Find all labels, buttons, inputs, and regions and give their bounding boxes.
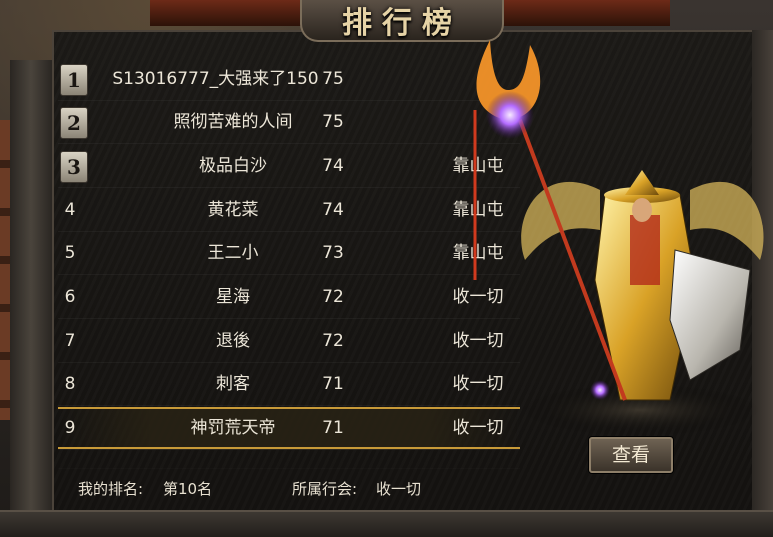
player-level: 71 (322, 374, 344, 394)
guild-label: 所属行会: (292, 480, 358, 498)
player-name: 退後 (216, 331, 250, 351)
player-name: 照彻苦难的人间 (173, 112, 293, 132)
player-level: 75 (322, 69, 344, 89)
rank-number: 5 (64, 243, 76, 263)
player-name: S13016777_大强来了150 (112, 69, 319, 89)
player-level: 72 (322, 331, 344, 351)
player-name: 星海 (216, 287, 250, 307)
player-level: 72 (322, 287, 344, 307)
rank-number: 4 (64, 200, 76, 220)
player-level: 71 (322, 418, 344, 438)
player-level: 73 (322, 243, 344, 263)
left-pillar (10, 60, 54, 515)
view-button[interactable]: 查看 (589, 437, 673, 473)
left-side-strip (0, 120, 10, 420)
bottom-border (0, 510, 773, 537)
player-name: 神罚荒天帝 (190, 418, 276, 438)
my-rank-label: 我的排名: (78, 480, 144, 498)
rank-number: 7 (64, 331, 76, 351)
player-name: 黄花菜 (207, 200, 259, 220)
my-rank-value: 第10名 (163, 480, 213, 498)
player-level: 75 (322, 112, 344, 132)
character-portrait (473, 40, 764, 436)
rank-badge-3: 3 (60, 151, 88, 183)
player-name: 刺客 (216, 374, 250, 394)
rank-badge-2: 2 (60, 107, 88, 139)
guild-value: 收一切 (376, 480, 422, 498)
ranking-row-partial (58, 456, 520, 469)
rank-number: 9 (64, 418, 76, 438)
player-level: 74 (322, 156, 344, 176)
rank-number: 8 (64, 374, 76, 394)
player-level: 74 (322, 200, 344, 220)
rank-badge-1: 1 (60, 64, 88, 96)
player-name: 王二小 (207, 243, 259, 263)
player-name: 极品白沙 (199, 156, 267, 176)
rank-number: 6 (64, 287, 76, 307)
